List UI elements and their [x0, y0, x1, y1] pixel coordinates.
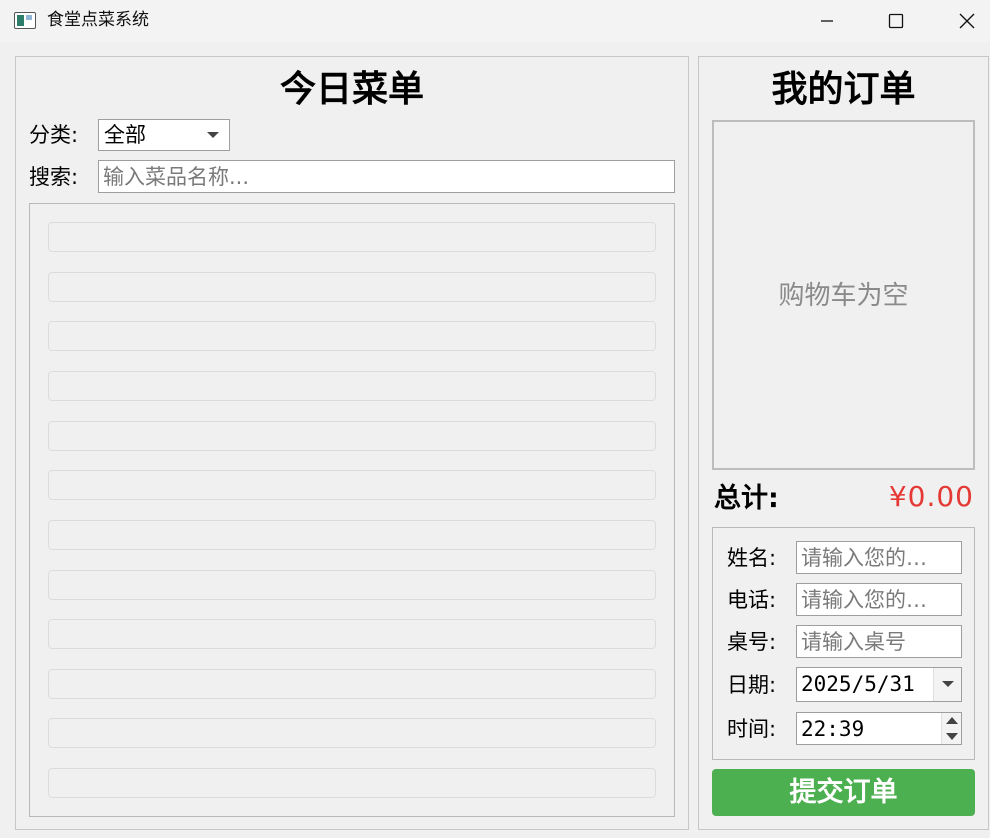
- list-item[interactable]: [48, 222, 656, 252]
- search-label: 搜索:: [29, 165, 79, 189]
- window-title: 食堂点菜系统: [47, 10, 149, 30]
- spin-up-icon[interactable]: [946, 717, 958, 724]
- chevron-down-icon: [942, 681, 954, 687]
- minimize-icon: [821, 20, 833, 22]
- date-value: 2025/5/31: [801, 672, 915, 696]
- list-item[interactable]: [48, 421, 656, 451]
- list-item[interactable]: [48, 718, 656, 748]
- list-item[interactable]: [48, 272, 656, 302]
- list-item[interactable]: [48, 570, 656, 600]
- minimize-button[interactable]: [804, 0, 850, 42]
- category-value: 全部: [104, 123, 146, 147]
- date-picker[interactable]: 2025/5/31: [796, 667, 962, 702]
- menu-title: 今日菜单: [279, 69, 424, 110]
- list-item[interactable]: [48, 669, 656, 699]
- list-item[interactable]: [48, 470, 656, 500]
- app-icon: [14, 12, 36, 29]
- order-title: 我的订单: [771, 69, 916, 110]
- category-combo[interactable]: 全部: [98, 119, 230, 151]
- name-field[interactable]: 请输入您的…: [796, 541, 962, 574]
- time-value: 22:39: [801, 717, 865, 741]
- date-label: 日期:: [727, 673, 777, 697]
- customer-form: 姓名: 请输入您的… 电话: 请输入您的… 桌号: 请输入桌号 日期: 2025…: [712, 527, 975, 760]
- list-item[interactable]: [48, 619, 656, 649]
- order-panel: 我的订单 购物车为空 总计: ¥0.00 姓名: 请输入您的… 电话: 请输入您…: [698, 56, 989, 830]
- chevron-down-icon: [207, 132, 219, 138]
- total-label: 总计:: [714, 483, 779, 514]
- time-spinbox[interactable]: 22:39: [796, 712, 962, 745]
- app-window: 食堂点菜系统 今日菜单 分类: 全部 搜索: 输入菜品名称... 我的订单 购物…: [0, 0, 990, 838]
- menu-panel: 今日菜单 分类: 全部 搜索: 输入菜品名称...: [15, 56, 689, 830]
- total-value: ¥0.00: [888, 480, 974, 513]
- title-bar: 食堂点菜系统: [0, 0, 990, 42]
- search-placeholder: 输入菜品名称...: [103, 165, 250, 189]
- time-label: 时间:: [727, 717, 777, 741]
- list-item[interactable]: [48, 321, 656, 351]
- category-label: 分类:: [29, 123, 79, 147]
- date-dropdown-button[interactable]: [933, 668, 961, 701]
- submit-order-button[interactable]: 提交订单: [712, 769, 975, 816]
- name-placeholder: 请输入您的…: [801, 546, 927, 570]
- name-label: 姓名:: [727, 546, 777, 570]
- time-stepper[interactable]: [941, 713, 961, 744]
- close-icon: [959, 13, 975, 29]
- maximize-button[interactable]: [873, 0, 919, 42]
- table-label: 桌号:: [727, 630, 777, 654]
- list-item[interactable]: [48, 371, 656, 401]
- table-placeholder: 请输入桌号: [801, 630, 906, 654]
- list-item[interactable]: [48, 768, 656, 798]
- maximize-icon: [888, 13, 904, 29]
- close-button[interactable]: [944, 0, 990, 42]
- search-input[interactable]: 输入菜品名称...: [98, 160, 675, 193]
- menu-list[interactable]: [29, 203, 675, 817]
- table-number-field[interactable]: 请输入桌号: [796, 625, 962, 658]
- spin-down-icon[interactable]: [946, 733, 958, 740]
- list-item[interactable]: [48, 520, 656, 550]
- cart-empty-text: 购物车为空: [778, 281, 909, 311]
- phone-field[interactable]: 请输入您的…: [796, 583, 962, 616]
- phone-label: 电话:: [727, 588, 777, 612]
- phone-placeholder: 请输入您的…: [801, 588, 927, 612]
- cart-list[interactable]: 购物车为空: [712, 120, 975, 470]
